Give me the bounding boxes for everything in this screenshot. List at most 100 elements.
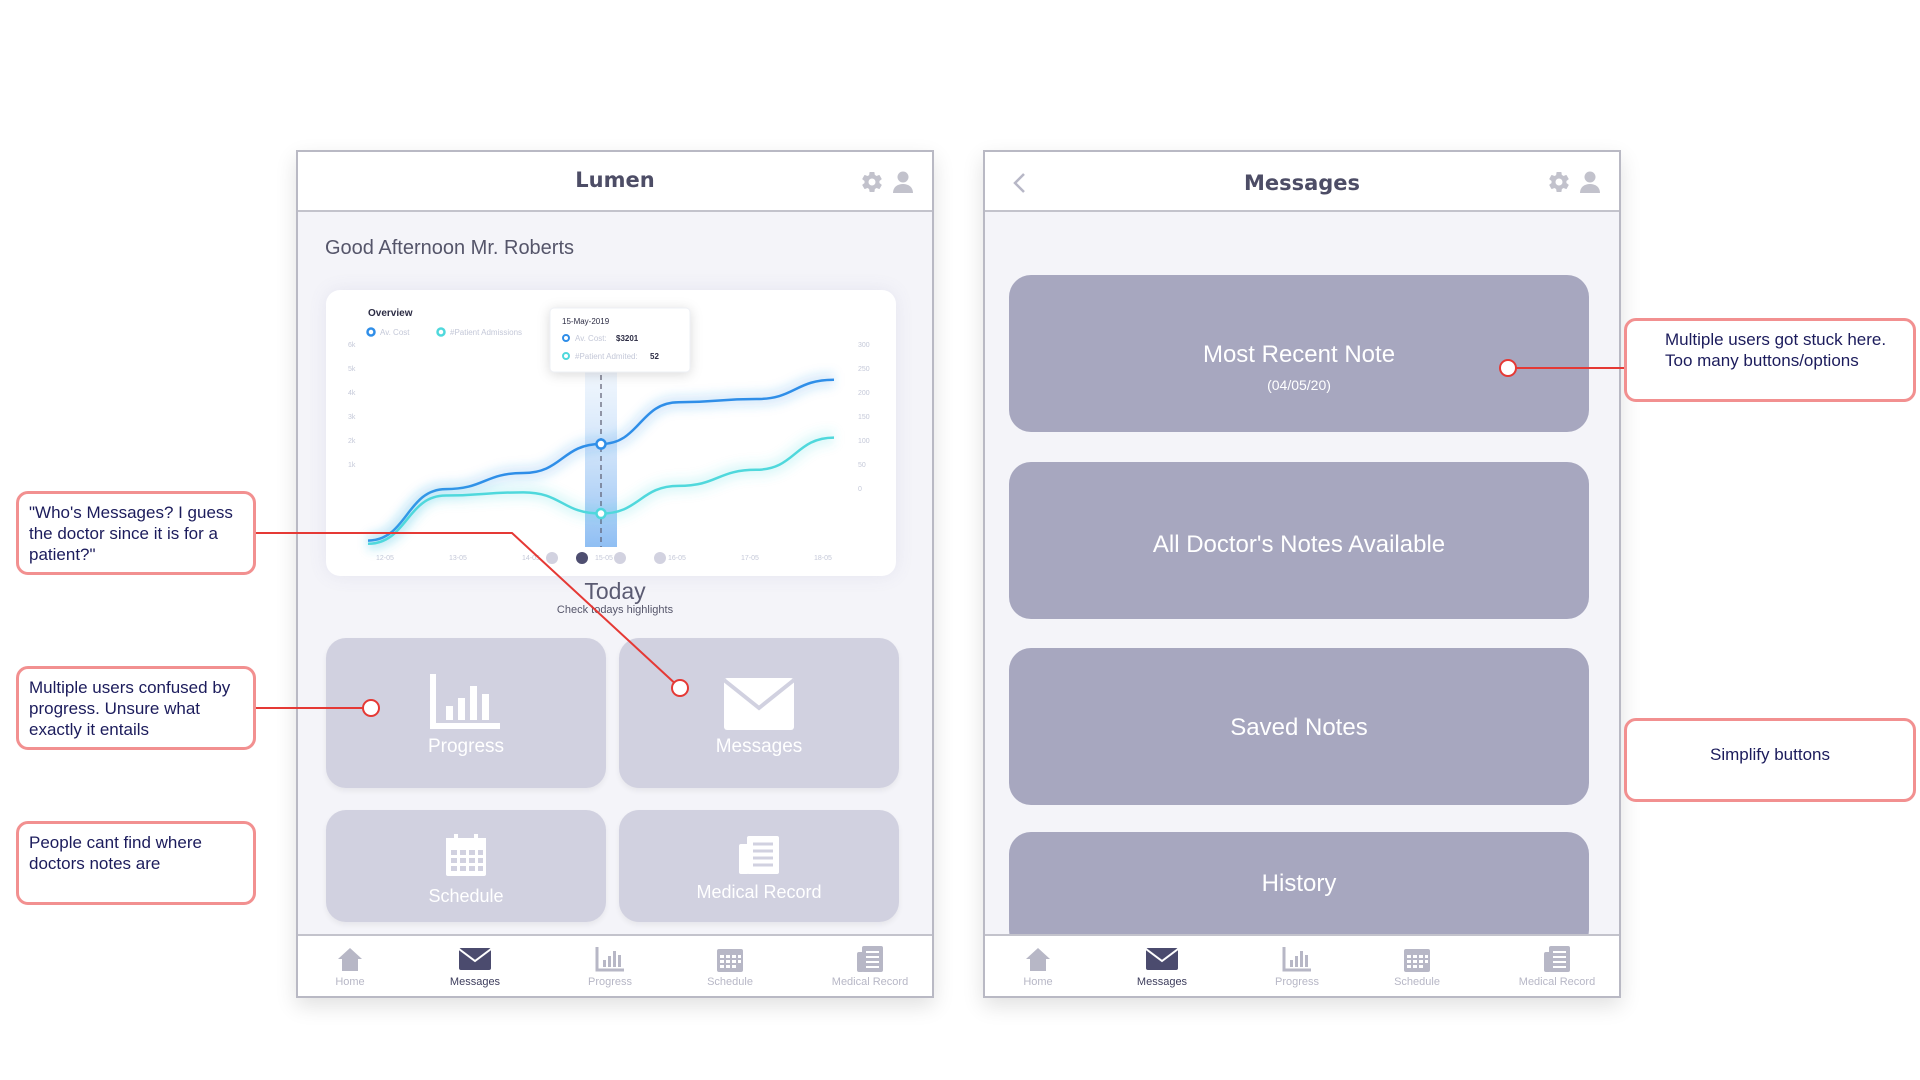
- x-tick-label: 13-05: [449, 555, 467, 562]
- tooltip-admitted-value: 52: [650, 352, 659, 361]
- legend-admissions-dot: [436, 327, 446, 337]
- all-doctors-notes-button[interactable]: All Doctor's Notes Available: [1009, 462, 1589, 619]
- tooltip-cost-label: Av. Cost:: [575, 334, 607, 343]
- envelope-icon: [459, 948, 491, 970]
- y-left-tick-label: 3k: [348, 414, 356, 421]
- envelope-icon: [1146, 948, 1178, 970]
- document-icon: [857, 946, 883, 972]
- app-header: Lumen: [298, 152, 932, 212]
- chart-title: Overview: [368, 308, 413, 319]
- tab-medical-record[interactable]: Medical Record: [1502, 946, 1612, 988]
- highlight-point-cost: [595, 438, 607, 450]
- tab-progress-label: Progress: [1274, 976, 1320, 988]
- carousel-dot: [614, 552, 626, 564]
- y-left-tick-label: 2k: [348, 438, 356, 445]
- tab-home[interactable]: Home: [985, 946, 1093, 988]
- most-recent-note-label: Most Recent Note: [1202, 341, 1396, 368]
- y-right-tick-label: 200: [858, 390, 870, 397]
- tab-messages-label: Messages: [1136, 976, 1188, 988]
- tab-home-label: Home: [335, 976, 365, 988]
- calendar-icon: [717, 949, 743, 972]
- note-users-stuck: Multiple users got stuck here. Too many …: [1624, 318, 1916, 402]
- bar-chart-icon: [430, 674, 500, 729]
- calendar-icon: [1404, 949, 1430, 972]
- all-doctors-notes-label: All Doctor's Notes Available: [1152, 531, 1446, 558]
- home-icon: [338, 948, 362, 971]
- note-progress-confused: Multiple users confused by progress. Uns…: [16, 666, 256, 750]
- tab-home-label: Home: [1023, 976, 1053, 988]
- tooltip-date: 15-May-2019: [562, 317, 610, 326]
- most-recent-note-date: (04/05/20): [1267, 377, 1331, 393]
- tab-bar: Home Messages Progress Schedule Medical …: [298, 934, 932, 996]
- carousel-dot: [654, 552, 666, 564]
- saved-notes-button[interactable]: Saved Notes: [1009, 648, 1589, 805]
- tab-messages[interactable]: Messages: [1107, 946, 1217, 988]
- gear-icon[interactable]: [1547, 170, 1571, 199]
- tab-medical-record-label: Medical Record: [1518, 976, 1596, 988]
- tab-progress-label: Progress: [587, 976, 633, 988]
- tab-schedule-label: Schedule: [1394, 976, 1440, 988]
- app-title: Lumen: [575, 168, 655, 192]
- legend-cost-label: Av. Cost: [380, 328, 410, 337]
- bar-chart-icon: [1282, 947, 1311, 972]
- tab-bar: Home Messages Progress Schedule Medical …: [985, 934, 1619, 996]
- tab-progress[interactable]: Progress: [555, 946, 665, 988]
- document-icon: [739, 836, 779, 874]
- x-tick-label: 16-05: [668, 555, 686, 562]
- home-icon: [1026, 948, 1050, 971]
- y-left-tick-label: 5k: [348, 366, 356, 373]
- tab-schedule[interactable]: Schedule: [675, 946, 785, 988]
- document-icon: [1544, 946, 1570, 972]
- overview-chart-card[interactable]: 6k 5k 4k 3k 2k 1k 300 250 200 150 100 50 0 12-05 13-05…: [326, 290, 896, 576]
- calendar-icon: [446, 834, 486, 876]
- y-left-tick-label: 4k: [348, 390, 356, 397]
- home-screen: Lumen Good Afternoon Mr. Roberts 6k 5k 4…: [296, 150, 934, 998]
- highlight-point-admissions: [595, 507, 607, 520]
- tab-medical-record-label: Medical Record: [831, 976, 909, 988]
- user-icon[interactable]: [1579, 170, 1601, 199]
- x-tick-label: 18-05: [814, 555, 832, 562]
- progress-tile[interactable]: Progress: [326, 638, 606, 788]
- medical-record-tile-label: Medical Record: [696, 882, 822, 902]
- note-cant-find-notes: People cant find where doctors notes are: [16, 821, 256, 905]
- y-right-tick-label: 300: [858, 342, 870, 349]
- tab-messages-label: Messages: [449, 976, 501, 988]
- progress-tile-label: Progress: [427, 736, 505, 757]
- note-simplify-buttons: Simplify buttons: [1624, 718, 1916, 802]
- tab-schedule[interactable]: Schedule: [1362, 946, 1472, 988]
- bar-chart-icon: [595, 947, 624, 972]
- today-sublabel: Check todays highlights: [556, 604, 674, 616]
- y-left-tick-label: 1k: [348, 462, 356, 469]
- tooltip-cost-value: $3201: [616, 334, 639, 343]
- most-recent-note-button[interactable]: Most Recent Note (04/05/20): [1009, 275, 1589, 432]
- messages-tile[interactable]: Messages: [619, 638, 899, 788]
- gear-icon[interactable]: [860, 170, 884, 199]
- y-right-tick-label: 50: [858, 462, 866, 469]
- app-title: Messages: [1243, 171, 1361, 195]
- tab-medical-record[interactable]: Medical Record: [815, 946, 925, 988]
- legend-cost-dot: [366, 327, 376, 337]
- annotation-connectors: [256, 359, 1624, 717]
- carousel-dot: [546, 552, 558, 564]
- greeting: Good Afternoon Mr. Roberts: [325, 237, 575, 259]
- schedule-tile[interactable]: Schedule: [326, 810, 606, 922]
- y-right-tick-label: 250: [858, 366, 870, 373]
- x-tick-label: 17-05: [741, 555, 759, 562]
- history-label: History: [1261, 870, 1337, 897]
- medical-record-tile[interactable]: Medical Record: [619, 810, 899, 922]
- tab-messages[interactable]: Messages: [420, 946, 530, 988]
- x-tick-label: 14-05: [522, 555, 540, 562]
- app-header: Messages: [985, 152, 1619, 212]
- tooltip-admitted-label: #Patient Admited:: [575, 352, 638, 361]
- tab-home[interactable]: Home: [298, 946, 405, 988]
- y-right-tick-label: 100: [858, 438, 870, 445]
- user-icon[interactable]: [892, 170, 914, 199]
- carousel-dot-active: [576, 552, 588, 564]
- x-tick-label: 12-05: [376, 555, 394, 562]
- envelope-icon: [724, 678, 794, 730]
- schedule-tile-label: Schedule: [428, 886, 504, 906]
- tab-progress[interactable]: Progress: [1242, 946, 1352, 988]
- tab-schedule-label: Schedule: [707, 976, 753, 988]
- saved-notes-label: Saved Notes: [1230, 714, 1368, 741]
- today-label: Today: [584, 578, 646, 604]
